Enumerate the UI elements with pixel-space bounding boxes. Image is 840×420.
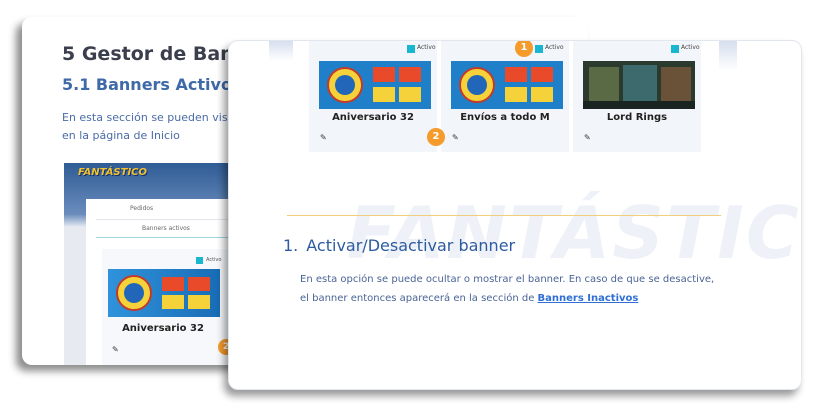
header-fade [719,41,737,71]
section-title: Activar/Desactivar banner [306,236,516,255]
banner-image [108,269,220,317]
edit-icon[interactable]: ✎ [584,133,591,142]
active-checkbox[interactable] [671,45,679,53]
section-body-line: el banner entonces aparecerá en la secci… [300,293,638,304]
divider [96,219,234,220]
front-document-page: FANTÁSTICO Activo Aniversario 32 ✎ Activ… [228,40,802,390]
section-heading: 1. Activar/Desactivar banner [283,236,515,255]
active-checkbox[interactable] [535,45,543,53]
active-checkbox[interactable] [196,257,203,264]
section-subtitle: 5.1 Banners Activos [62,75,242,94]
checkbox-label: Activo [206,257,222,263]
admin-panel: Pedidos Banners activos Activo Aniversar… [86,199,234,365]
banner-title: Aniversario 32 [122,323,204,334]
header-fade [269,41,293,61]
section-number: 1. [283,236,299,255]
checkbox-label: Activo [545,44,564,51]
paragraph-line: en la página de Inicio [62,129,180,142]
active-tab-underline [96,237,234,238]
brand-logo: FANTÁSTICO [78,167,148,178]
embedded-screenshot: FANTÁSTICO Pedidos Banners activos Activ… [64,163,234,365]
checkbox-label: Activo [417,44,436,51]
tab-pedidos[interactable]: Pedidos [130,205,153,212]
banner-card: Activo Aniversario 32 ✎ [102,249,234,365]
banner-image [583,61,695,109]
section-divider [287,215,721,216]
banner-card: Activo Lord Rings ✎ [573,41,701,152]
step-badge: 2 [427,128,445,146]
banner-card: Activo Aniversario 32 ✎ [309,41,437,152]
banner-title: Lord Rings [606,112,668,123]
brand-watermark: FANTÁSTICO [347,191,801,275]
edit-icon[interactable]: ✎ [320,133,327,142]
active-checkbox[interactable] [407,45,415,53]
banners-inactivos-link[interactable]: Banners Inactivos [538,293,639,304]
edit-icon[interactable]: ✎ [112,345,119,354]
body-text: el banner entonces aparecerá en la secci… [300,293,538,304]
banner-card: Activo Envíos a todo M ✎ [441,41,569,152]
paragraph-line: En esta sección se pueden visi [62,111,231,124]
banner-image [451,61,563,109]
banner-title: Envíos a todo M [460,112,550,123]
banner-image [319,61,431,109]
edit-icon[interactable]: ✎ [452,133,459,142]
tab-banners-activos[interactable]: Banners activos [142,225,190,232]
banner-title: Aniversario 32 [332,112,414,123]
section-body-line: En esta opción se puede ocultar o mostra… [300,274,715,285]
checkbox-label: Activo [681,44,700,51]
page-title: 5 Gestor de Banr [62,43,244,65]
